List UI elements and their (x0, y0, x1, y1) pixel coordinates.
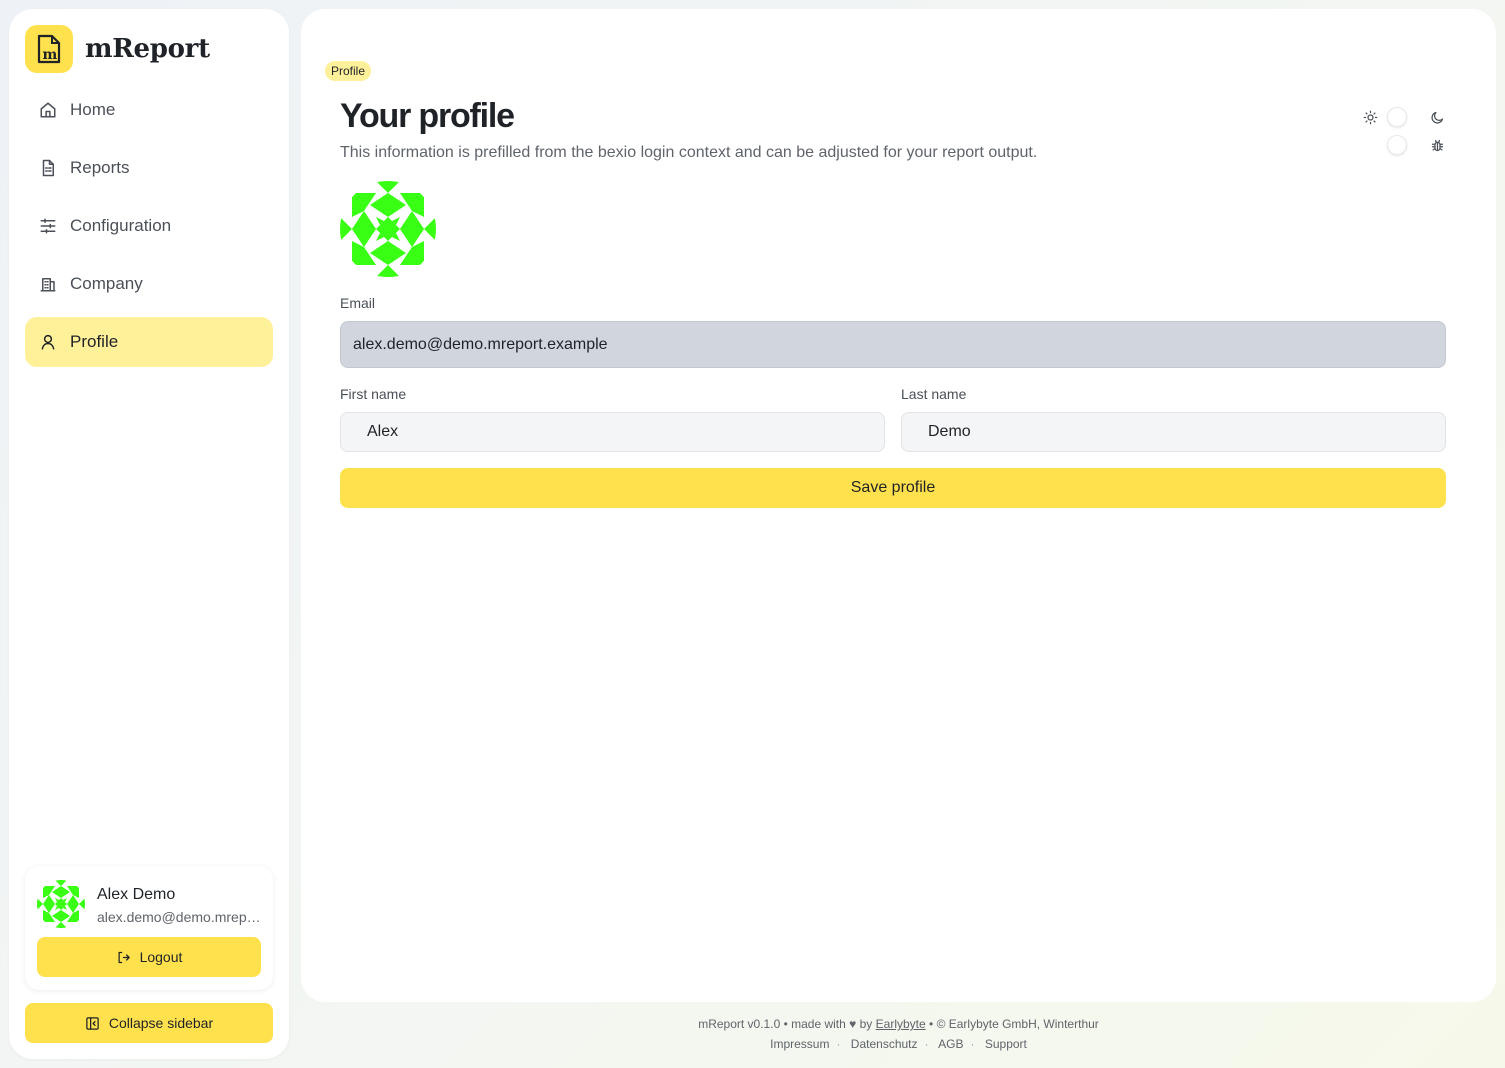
first-name-label: First name (340, 386, 407, 402)
footer-version: mReport v0.1.0 • made with (698, 1017, 846, 1031)
sidebar-item-profile[interactable]: Profile (25, 317, 273, 367)
building-icon (40, 278, 56, 292)
sidebar-item-reports[interactable]: Reports (25, 143, 273, 193)
mreport-logo-icon: m (25, 25, 73, 73)
breadcrumb[interactable]: Profile (325, 61, 372, 81)
moon-icon (1431, 111, 1444, 124)
heart-icon: ♥ (849, 1017, 857, 1031)
logout-button[interactable]: Logout (37, 937, 261, 977)
sidebar-item-label: Home (70, 100, 116, 119)
sidebar: m mReport Home Reports Configuration Com… (9, 9, 289, 1059)
footer-link-support[interactable]: Support (985, 1037, 1027, 1051)
sidebar-nav: Home Reports Configuration Company Profi… (25, 85, 273, 375)
theme-toggle[interactable] (1387, 107, 1407, 127)
collapse-label: Collapse sidebar (108, 1015, 214, 1031)
sidebar-collapse-icon (86, 1016, 99, 1030)
user-card: Alex Demo alex.demo@demo.mreport.example… (25, 866, 273, 990)
user-name: Alex Demo (97, 886, 176, 903)
sidebar-item-label: Company (70, 274, 143, 293)
sidebar-item-label: Configuration (70, 216, 172, 235)
main-panel: Profile Your profile This information is… (301, 9, 1496, 1002)
page-subtitle: This information is prefilled from the b… (340, 144, 1038, 161)
page-title: Your profile (340, 97, 515, 135)
settings-toggles (1361, 105, 1451, 165)
footer: mReport v0.1.0 • made with ♥ by Earlybyt… (698, 1017, 1099, 1051)
user-email: alex.demo@demo.mreport.example (97, 909, 265, 925)
sidebar-item-label: Reports (70, 158, 130, 177)
brand[interactable]: m mReport (25, 25, 210, 73)
avatar (37, 880, 85, 928)
footer-copyright: • © Earlybyte GmbH, Winterthur (929, 1017, 1099, 1031)
sidebar-item-label: Profile (70, 332, 119, 351)
sun-icon (1363, 110, 1378, 125)
profile-avatar (340, 181, 436, 277)
first-name-field[interactable] (340, 412, 885, 452)
sliders-icon (40, 218, 56, 234)
brand-name: mReport (85, 34, 210, 64)
collapse-sidebar-button[interactable]: Collapse sidebar (25, 1003, 273, 1043)
footer-link-datenschutz[interactable]: Datenschutz (851, 1037, 918, 1051)
user-icon (41, 334, 55, 350)
home-icon (40, 102, 56, 118)
debug-toggle[interactable] (1387, 135, 1407, 155)
footer-link-agb[interactable]: AGB (938, 1037, 963, 1051)
sidebar-item-home[interactable]: Home (25, 85, 273, 135)
logout-label: Logout (139, 949, 183, 965)
svg-text:m: m (43, 47, 58, 63)
email-label: Email (340, 295, 376, 311)
email-field (340, 321, 1446, 368)
last-name-label: Last name (901, 386, 967, 402)
footer-author-link[interactable]: Earlybyte (876, 1017, 926, 1031)
logout-icon (118, 951, 130, 963)
bug-icon (1431, 139, 1444, 152)
save-profile-button[interactable]: Save profile (340, 468, 1446, 508)
document-icon (42, 159, 54, 177)
sidebar-item-company[interactable]: Company (25, 259, 273, 309)
footer-link-impressum[interactable]: Impressum (770, 1037, 829, 1051)
sidebar-item-configuration[interactable]: Configuration (25, 201, 273, 251)
last-name-field[interactable] (901, 412, 1446, 452)
footer-by: by (859, 1017, 873, 1031)
